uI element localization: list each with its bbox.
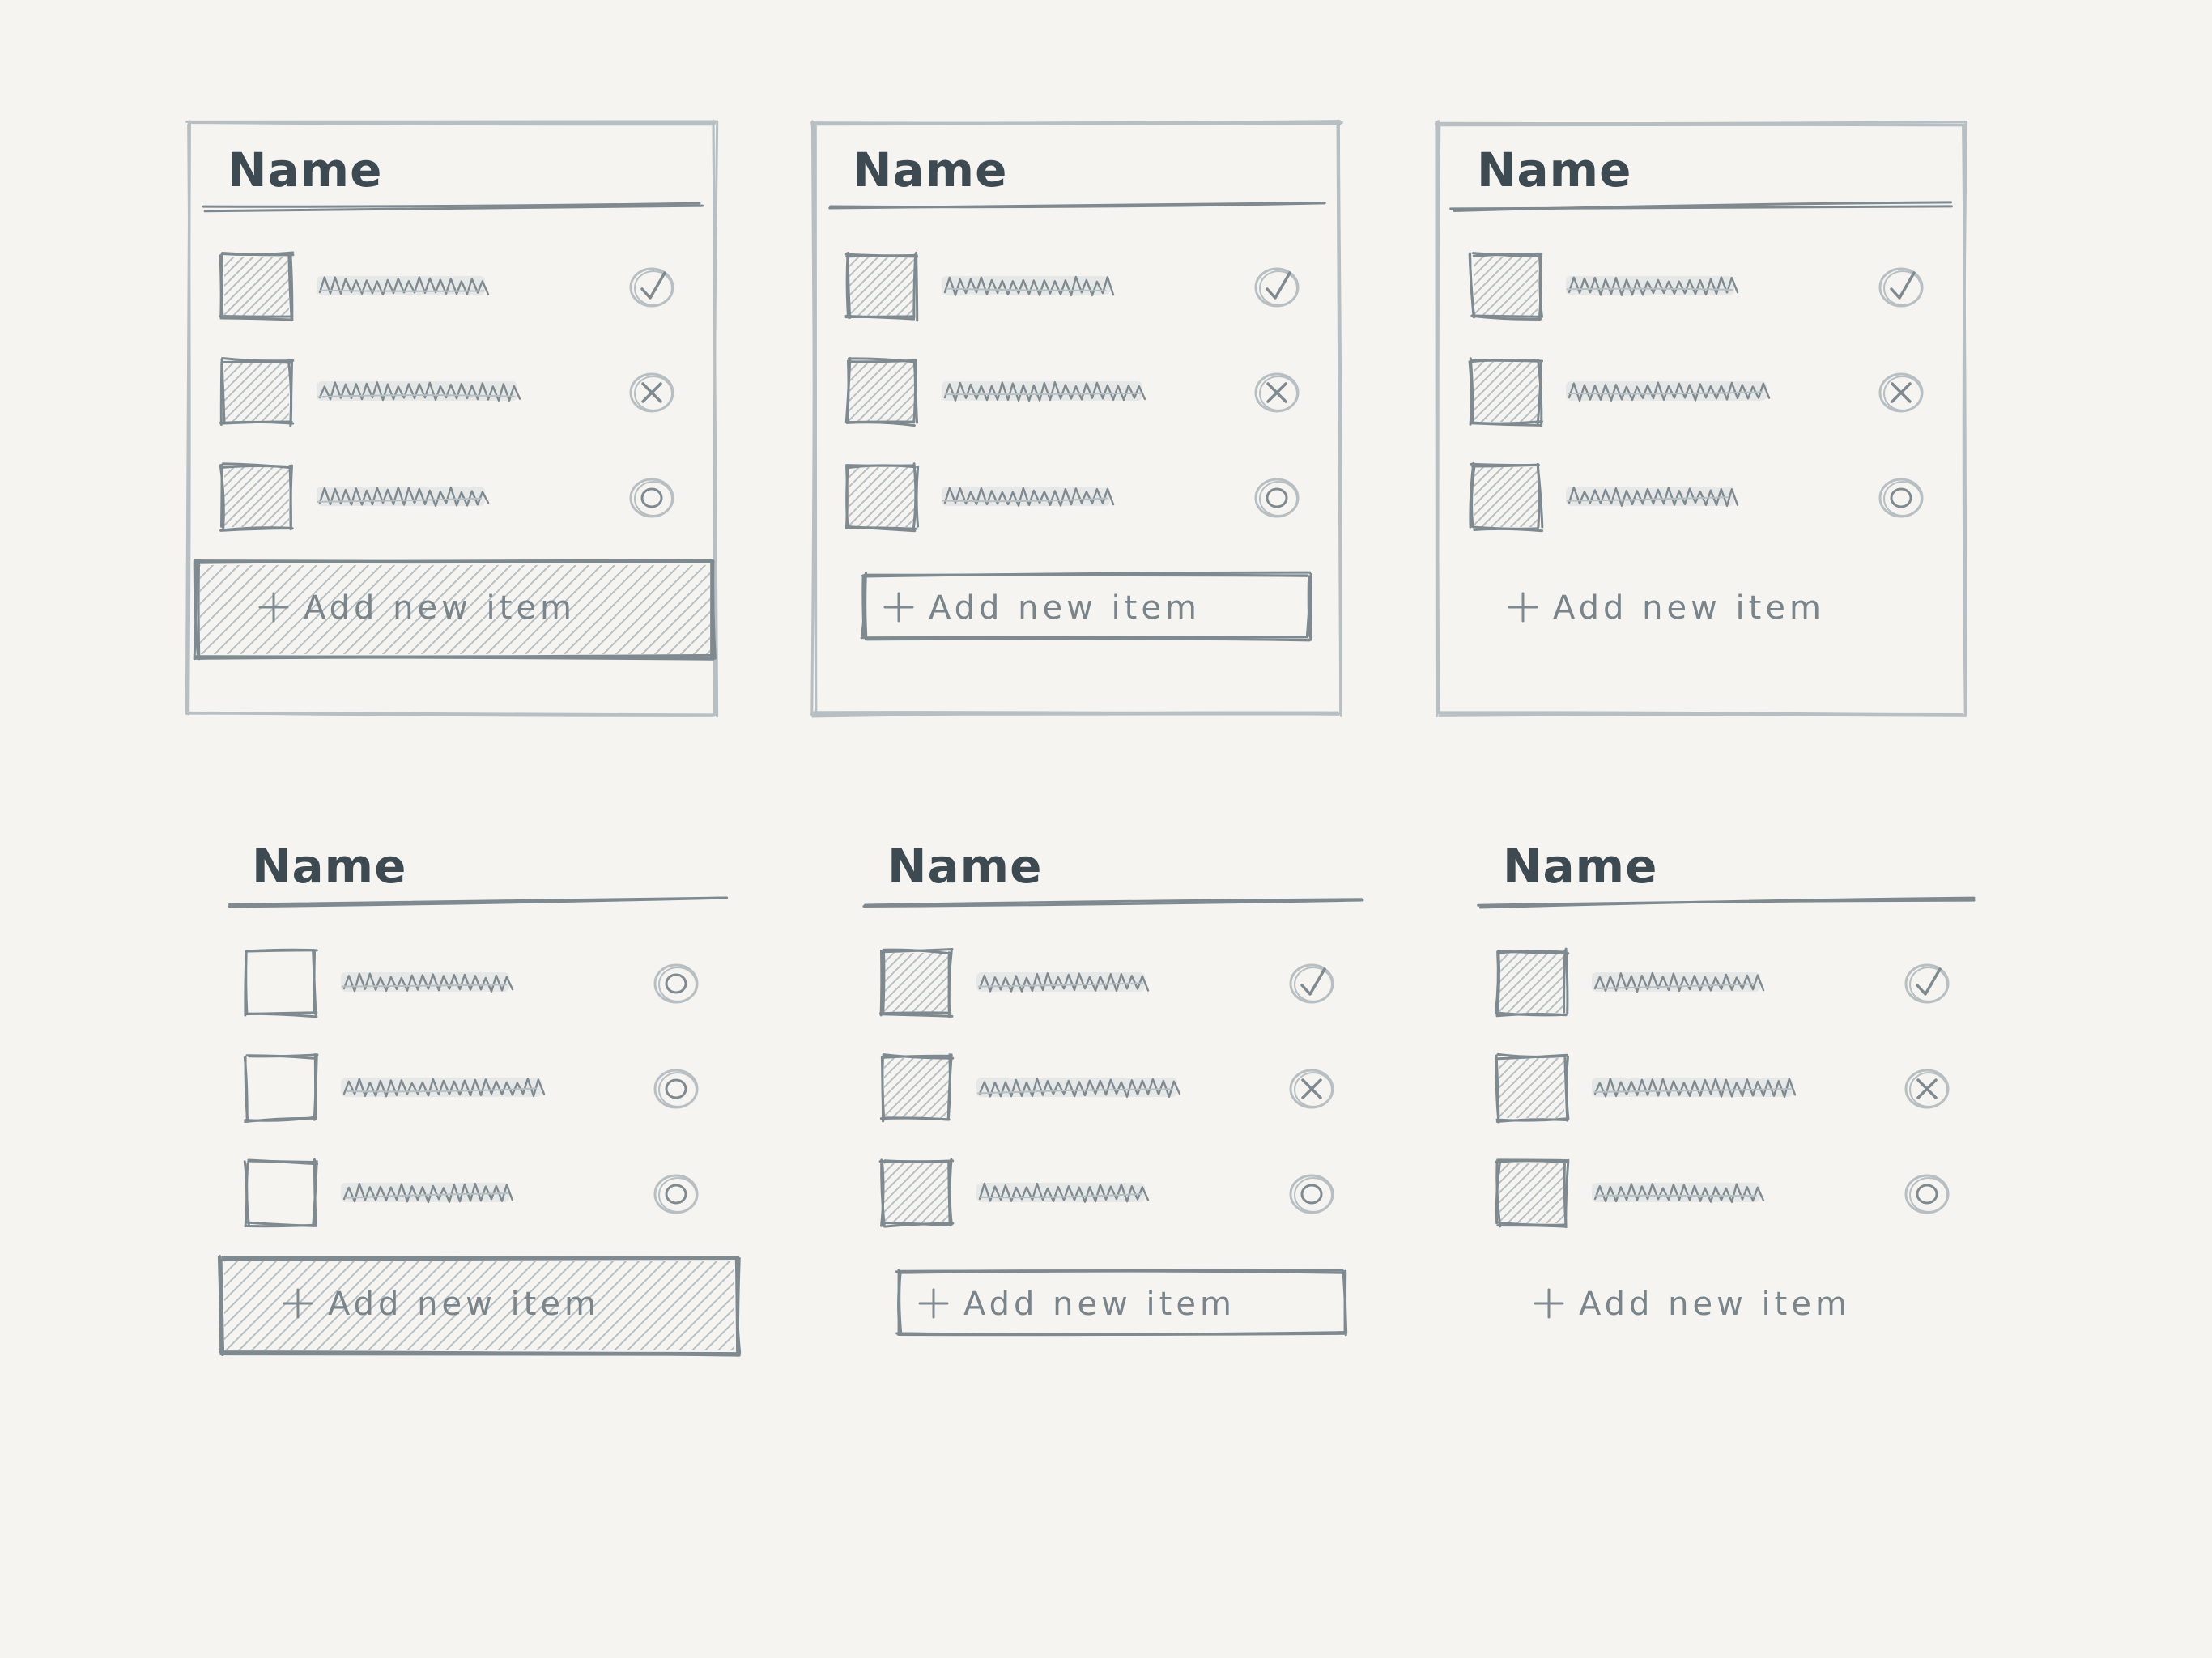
item-text-placeholder [317,486,490,508]
add-item-label: Add new item [328,1286,600,1323]
list-item[interactable] [243,1158,699,1228]
header-divider [1477,896,1976,909]
plus-icon [883,592,914,623]
card-frame [810,119,1343,718]
circle-icon[interactable] [629,478,674,518]
header-divider [862,898,1364,908]
checkbox-empty[interactable] [244,948,318,1018]
add-item-button[interactable]: Add new item [182,559,733,661]
list-title: Name [887,839,1042,894]
plus-icon [1508,592,1538,623]
add-item-button[interactable]: Add new item [860,571,1313,642]
list-item[interactable] [182,462,674,532]
add-item-label: Add new item [304,589,576,627]
list-item[interactable] [182,251,674,321]
x-icon[interactable] [1878,372,1924,413]
add-item-label: Add new item [1553,589,1825,627]
checkbox-empty[interactable] [243,1158,319,1228]
list-item[interactable] [842,1158,1334,1228]
item-text-placeholder [341,1077,546,1098]
check-icon[interactable] [1904,963,1950,1004]
sketch-canvas: Name Add new item Name Add new item Name Add … [0,0,2212,1658]
list-item[interactable] [807,356,1300,427]
item-text-placeholder [942,275,1115,297]
add-item-button[interactable]: Add new item [1534,1286,1851,1323]
check-icon[interactable] [1289,963,1334,1004]
check-icon[interactable] [1254,267,1300,308]
list-card: Name Add new item [1457,810,2008,1428]
item-text-placeholder [942,487,1115,507]
x-icon[interactable] [1254,372,1300,413]
list-item[interactable] [1431,461,1924,533]
check-icon[interactable] [1878,267,1924,308]
item-text-placeholder [317,381,521,402]
list-card: Name Add new item [1431,113,1982,732]
circle-icon[interactable] [1289,1174,1334,1214]
circle-icon[interactable] [653,1069,699,1109]
item-text-placeholder [942,380,1146,402]
x-icon[interactable] [629,372,674,413]
item-text-placeholder [976,1182,1150,1203]
item-text-placeholder [341,1183,514,1204]
list-item[interactable] [1431,252,1924,321]
list-item[interactable] [842,947,1334,1018]
plus-icon [918,1288,949,1319]
check-icon[interactable] [629,267,674,308]
circle-icon[interactable] [1904,1174,1950,1214]
list-item[interactable] [1457,947,1950,1018]
add-item-button[interactable]: Add new item [206,1255,757,1357]
list-card: Name Add new item [807,113,1358,732]
list-title: Name [252,839,406,894]
item-text-placeholder [1592,971,1765,993]
list-card: Name Add new item [182,113,733,732]
list-item[interactable] [842,1053,1334,1123]
x-icon[interactable] [1289,1069,1334,1109]
checkbox-empty[interactable] [243,1053,319,1124]
item-text-placeholder [1592,1078,1797,1099]
add-item-label: Add new item [963,1286,1236,1323]
item-text-placeholder [1592,1183,1765,1204]
circle-icon[interactable] [1878,478,1924,518]
item-text-placeholder [1566,381,1771,402]
list-item[interactable] [182,356,674,427]
list-title: Name [853,142,1007,198]
list-card: Name Add new item [842,810,1393,1428]
add-item-button[interactable]: Add new item [1508,589,1825,627]
header-divider [828,201,1326,210]
list-item[interactable] [243,1053,699,1124]
circle-icon[interactable] [653,963,699,1004]
list-title: Name [1503,839,1657,894]
header-divider [1449,201,1953,212]
list-item[interactable] [1431,357,1924,427]
item-text-placeholder [317,276,490,296]
list-item[interactable] [807,462,1300,533]
item-text-placeholder [976,972,1150,993]
plus-icon [1534,1288,1564,1319]
add-item-label: Add new item [1579,1286,1851,1323]
list-card: Name Add new item [206,810,757,1428]
circle-icon[interactable] [1254,478,1300,518]
list-item[interactable] [1457,1158,1950,1229]
header-divider [202,202,704,213]
list-item[interactable] [1457,1052,1950,1124]
item-text-placeholder [976,1077,1181,1098]
item-text-placeholder [1566,486,1739,508]
add-item-label: Add new item [929,589,1201,627]
item-text-placeholder [341,972,514,993]
item-text-placeholder [1566,276,1739,296]
list-item[interactable] [807,251,1300,322]
circle-icon[interactable] [653,1174,699,1214]
add-item-button[interactable]: Add new item [895,1268,1348,1337]
header-divider [228,896,729,908]
x-icon[interactable] [1904,1069,1950,1109]
list-title: Name [1477,142,1631,198]
list-title: Name [228,142,382,198]
list-item[interactable] [244,948,699,1018]
